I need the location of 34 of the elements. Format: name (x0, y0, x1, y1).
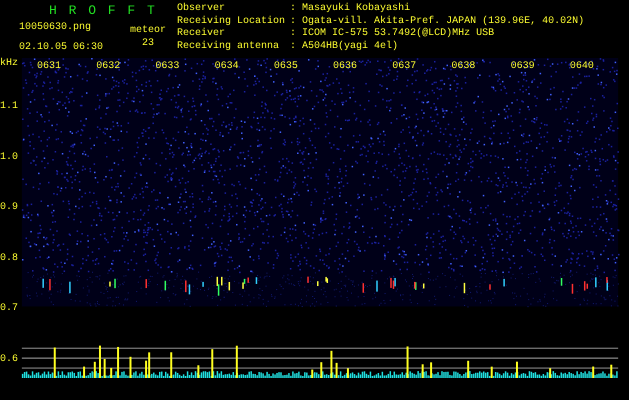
axis-tick-label: 1.0 (0, 152, 18, 162)
field-label: Receiving antenna (177, 40, 280, 53)
time-label: 0632 (96, 61, 120, 72)
field-label: Observer (177, 3, 226, 16)
meteor-label: meteor (130, 24, 166, 37)
time-label: 0640 (570, 61, 594, 72)
axis-tick-label: 0.7 (0, 303, 18, 314)
time-label: 0634 (214, 61, 239, 72)
axis-unit: kHz (0, 58, 20, 71)
time-label: 0633 (155, 61, 180, 72)
time-label: 0639 (510, 61, 535, 72)
field-value: Masayuki Kobayashi (302, 3, 412, 16)
axis-tick-label: 0.9 (0, 202, 18, 213)
timestamp: 02.10.05 06:30 (19, 41, 104, 54)
time-label: 0631 (37, 61, 62, 72)
axis-tick-label: 1.1 (0, 101, 18, 112)
field-separator: : (290, 3, 296, 16)
axis-tick-label: 0.6 (0, 354, 18, 364)
time-label: 0636 (333, 61, 358, 72)
field-separator: : (290, 16, 296, 28)
file-name: 10050630.png (19, 21, 92, 34)
field-label: Receiver (177, 28, 226, 40)
field-value: A504HB(yagi 4el) (302, 40, 400, 53)
time-label: 0637 (392, 61, 416, 72)
app-title: H R O F F T (49, 3, 155, 18)
field-label: Receiving Location (177, 16, 286, 28)
field-separator: : (290, 40, 296, 53)
meteor-count: 23 (142, 37, 154, 50)
time-label: 0635 (274, 61, 298, 72)
axis-tick-label: 0.8 (0, 252, 18, 264)
field-value: Ogata-vill. Akita-Pref. JAPAN (139.96E, 40.02N) (302, 16, 584, 28)
field-separator: : (290, 28, 296, 40)
field-value: ICOM IC-575 53.7492(@LCD)MHz USB (302, 28, 496, 40)
time-label: 0638 (451, 61, 476, 72)
